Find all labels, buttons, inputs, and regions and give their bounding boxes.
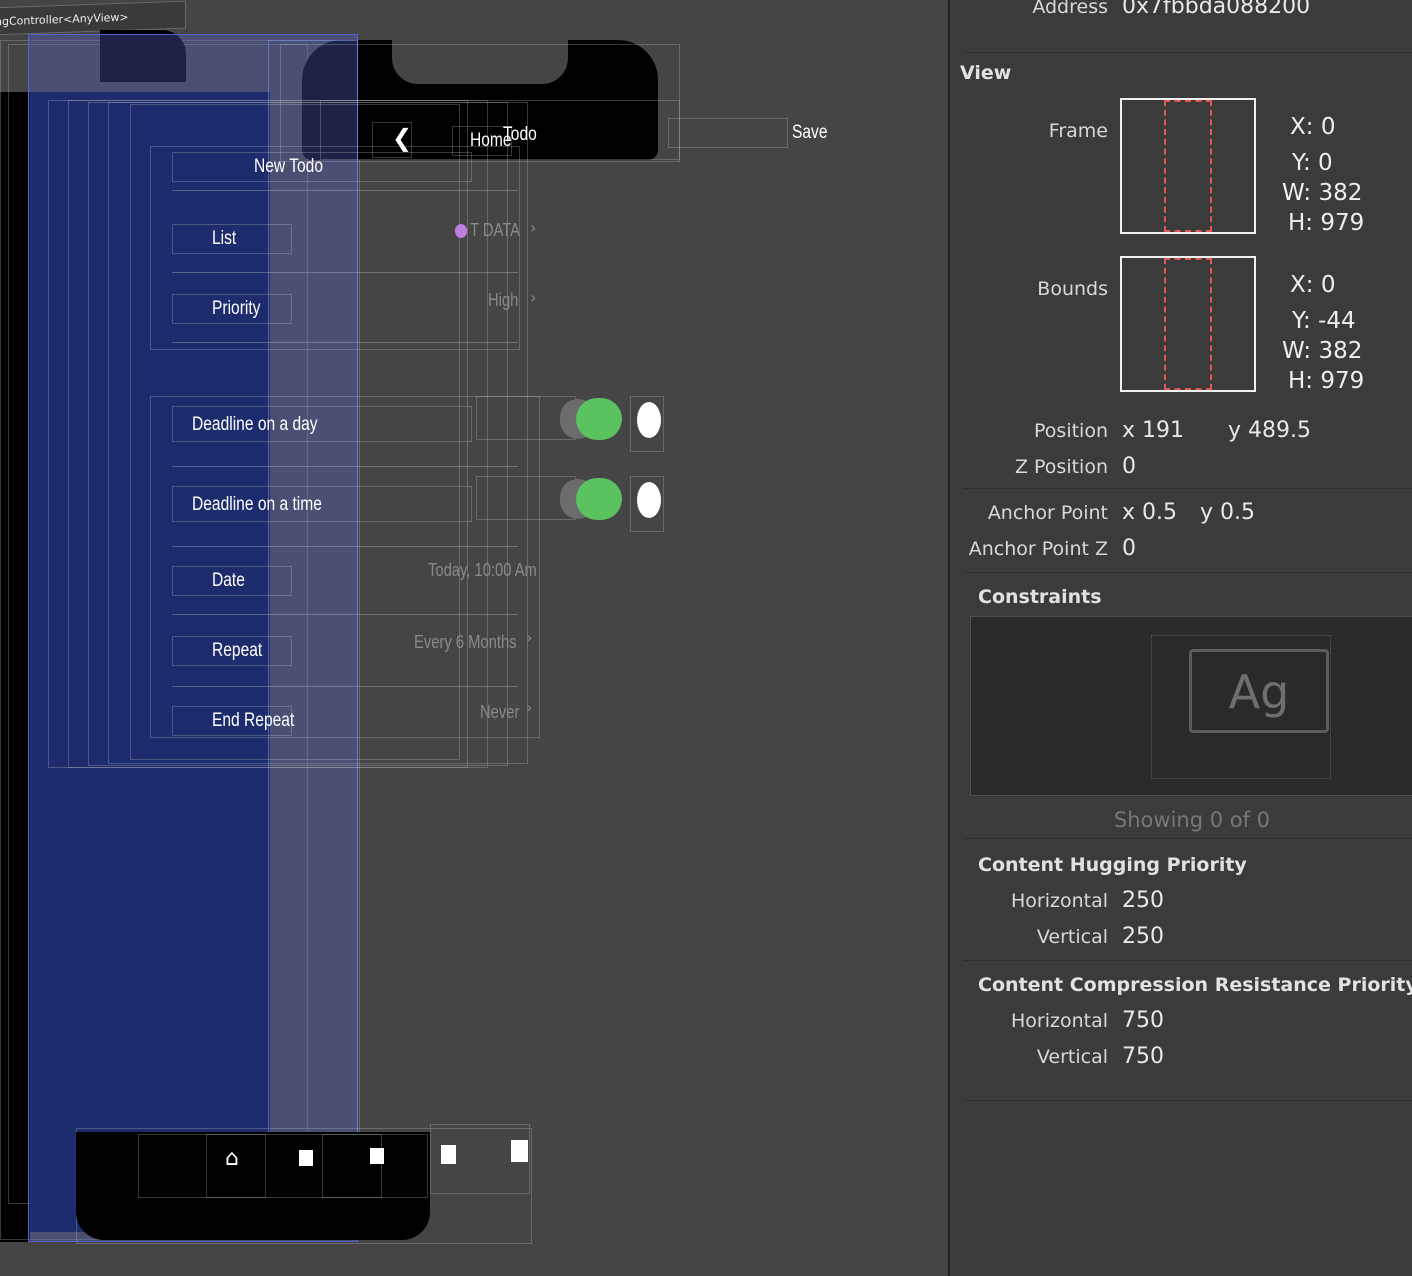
bounds-h: H: 979: [1288, 368, 1365, 394]
divider: [964, 52, 1412, 53]
hugging-horizontal-label: Horizontal: [1010, 890, 1108, 912]
bounds-w: W: 382: [1282, 338, 1363, 364]
save-button[interactable]: Save: [792, 122, 828, 144]
tab-item-frame: [322, 1134, 382, 1198]
deadline-time-toggle[interactable]: [576, 478, 622, 520]
divider: [964, 488, 1412, 489]
bounds-diagram-dashed: [1164, 258, 1212, 390]
bounds-x: X: 0: [1290, 272, 1336, 298]
row-separator: [172, 190, 518, 191]
nav-title: Todo: [503, 124, 537, 145]
compression-horizontal-value[interactable]: 750: [1122, 1008, 1164, 1033]
position-x: x 191: [1122, 418, 1185, 443]
row-separator: [172, 342, 518, 343]
anchor-point-z-value: 0: [1122, 536, 1136, 561]
bounds-label: Bounds: [1037, 278, 1108, 300]
frame-y: Y: 0: [1292, 150, 1333, 176]
toggle-knob: [637, 402, 661, 438]
chevron-right-icon: ›: [530, 218, 537, 237]
row-label-end-repeat[interactable]: End Repeat: [212, 710, 294, 732]
row-separator: [172, 546, 518, 547]
toggle-knob: [637, 482, 661, 518]
divider: [964, 838, 1412, 839]
list-color-dot: [455, 224, 467, 238]
row-value-date: Today, 10:00 Am: [428, 560, 537, 580]
chevron-right-icon: ›: [526, 628, 533, 647]
bounds-y: Y: -44: [1292, 308, 1356, 334]
toolbar-item-frames: [668, 118, 788, 148]
frame-w: W: 382: [1282, 180, 1363, 206]
z-position-label: Z Position: [1014, 456, 1108, 478]
compression-vertical-label: Vertical: [1036, 1046, 1108, 1068]
row-label-list[interactable]: List: [212, 228, 236, 250]
row-label-priority[interactable]: Priority: [212, 298, 260, 320]
frame-x: X: 0: [1290, 114, 1336, 140]
address-label: Address: [1032, 0, 1108, 18]
form-title: New Todo: [254, 156, 324, 177]
z-position-value: 0: [1122, 454, 1136, 479]
constraints-heading: Constraints: [978, 586, 1102, 608]
row-value-end-repeat: Never: [480, 702, 520, 722]
view-heading: View: [960, 62, 1012, 84]
frame-diagram-dashed: [1164, 100, 1212, 232]
chevron-right-icon: ›: [526, 698, 533, 717]
compression-heading: Content Compression Resistance Priority: [978, 974, 1412, 996]
hugging-horizontal-value[interactable]: 250: [1122, 888, 1164, 913]
position-y: y 489.5: [1228, 418, 1311, 443]
hugging-vertical-value[interactable]: 250: [1122, 924, 1164, 949]
constraints-view[interactable]: Ag: [970, 616, 1412, 796]
square-icon[interactable]: [441, 1145, 456, 1164]
anchor-point-label: Anchor Point: [987, 502, 1108, 524]
row-label-repeat[interactable]: Repeat: [212, 640, 262, 662]
row-separator: [172, 466, 518, 467]
frame-label: Frame: [1048, 120, 1108, 142]
row-separator: [172, 272, 518, 273]
row-separator: [172, 686, 518, 687]
hugging-vertical-label: Vertical: [1036, 926, 1108, 948]
deadline-day-toggle[interactable]: [576, 398, 622, 440]
constraints-glyph-box: Ag: [1189, 649, 1329, 733]
tab-item-frames: [138, 1134, 428, 1198]
frame-diagram: [1120, 98, 1256, 234]
square-icon[interactable]: [299, 1150, 313, 1166]
constraints-showing: Showing 0 of 0: [1113, 808, 1271, 832]
square-icon[interactable]: [370, 1148, 384, 1164]
compression-vertical-value[interactable]: 750: [1122, 1044, 1164, 1069]
divider: [964, 572, 1412, 573]
divider: [964, 1100, 1412, 1101]
house-icon[interactable]: ⌂: [225, 1146, 239, 1171]
anchor-point-x: x 0.5: [1122, 500, 1177, 525]
position-label: Position: [1034, 420, 1108, 442]
address-value[interactable]: 0x7fbbda088200: [1122, 0, 1310, 19]
inspector-panel: Address 0x7fbbda088200 View Frame X: 0 Y…: [948, 0, 1412, 1276]
anchor-point-z-label: Anchor Point Z: [968, 538, 1108, 560]
view-debugger-canvas[interactable]: ngController<AnyView> ❮ Home Todo Save N…: [0, 0, 948, 1276]
anchor-point-y: y 0.5: [1200, 500, 1255, 525]
row-value-list: T DATA: [470, 220, 521, 240]
chevron-right-icon: ›: [530, 288, 537, 307]
row-label-deadline-time: Deadline on a time: [192, 494, 322, 515]
bounds-diagram: [1120, 256, 1256, 392]
frame-h: H: 979: [1288, 210, 1365, 236]
row-value-priority: High: [488, 290, 519, 310]
compression-horizontal-label: Horizontal: [1010, 1010, 1108, 1032]
square-icon[interactable]: [511, 1140, 528, 1162]
divider: [964, 960, 1412, 961]
row-separator: [172, 614, 518, 615]
row-label-date[interactable]: Date: [212, 570, 245, 592]
row-value-repeat: Every 6 Months: [414, 632, 517, 652]
hugging-heading: Content Hugging Priority: [978, 854, 1247, 876]
row-label-deadline-day: Deadline on a day: [192, 414, 318, 435]
